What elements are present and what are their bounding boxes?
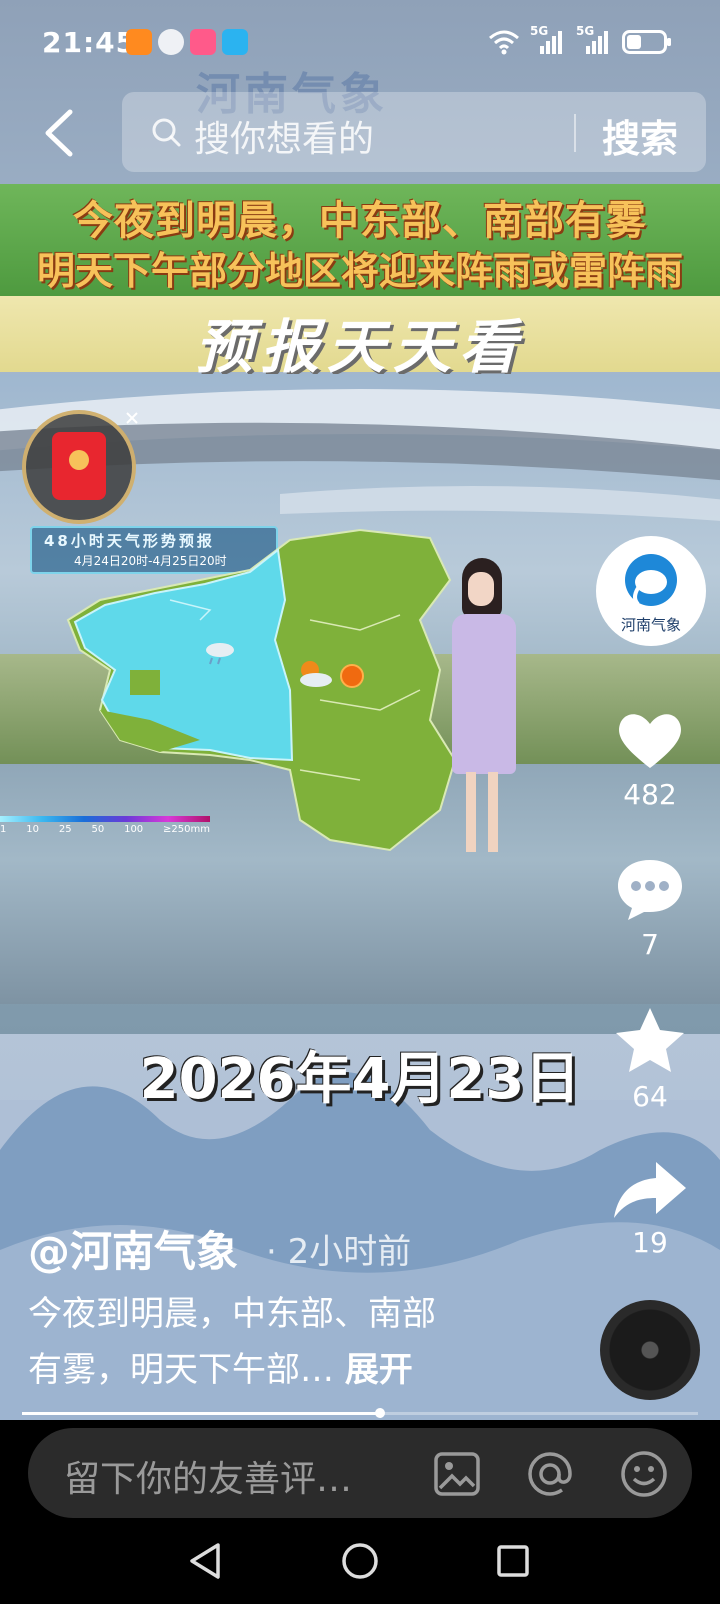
share-count: 19 bbox=[632, 1226, 668, 1259]
notification-icons bbox=[126, 29, 248, 55]
star-icon bbox=[616, 1008, 684, 1072]
music-disc[interactable] bbox=[600, 1300, 700, 1400]
comment-count: 7 bbox=[641, 928, 659, 961]
signal-bars-icon bbox=[586, 31, 608, 54]
heart-icon bbox=[619, 714, 681, 768]
henan-weather-map bbox=[66, 528, 457, 852]
nav-recents-icon[interactable] bbox=[496, 1544, 530, 1578]
book-app-icon bbox=[222, 29, 248, 55]
video-background[interactable]: 21:45 5G 5G 河南气象 搜你想看的 搜索 今夜到明晨，中东部、南部有雾… bbox=[0, 0, 720, 1420]
favorite-action[interactable]: 64 bbox=[608, 1006, 692, 1113]
progress-knob[interactable] bbox=[375, 1408, 385, 1418]
wifi-icon bbox=[489, 30, 519, 55]
search-input[interactable]: 搜你想看的 bbox=[194, 110, 374, 162]
system-navigation-bar bbox=[0, 1530, 720, 1604]
like-count: 482 bbox=[623, 778, 677, 811]
channel-avatar[interactable]: 河南气象 bbox=[596, 536, 706, 646]
mention-icon[interactable] bbox=[526, 1450, 574, 1498]
headline-line-2: 明天下午部分地区将迎来阵雨或雷阵雨 bbox=[36, 249, 683, 293]
red-packet-icon bbox=[52, 432, 106, 500]
search-icon bbox=[152, 118, 181, 147]
video-progress-bar[interactable] bbox=[22, 1408, 698, 1418]
comment-bubble-icon bbox=[618, 860, 682, 920]
comment-input-bar[interactable]: 留下你的友善评… bbox=[28, 1428, 692, 1518]
legend-bar bbox=[0, 816, 210, 822]
favorite-count: 64 bbox=[632, 1080, 668, 1113]
description-line-1: 今夜到明晨，中东部、南部 bbox=[28, 1294, 436, 1334]
progress-fill bbox=[22, 1412, 380, 1415]
emoji-icon[interactable] bbox=[620, 1450, 668, 1498]
presenter bbox=[430, 558, 530, 858]
nav-home-icon[interactable] bbox=[341, 1542, 379, 1580]
search-button[interactable]: 搜索 bbox=[602, 108, 678, 163]
signal-5g-2: 5G bbox=[576, 24, 612, 56]
music-app-icon bbox=[190, 29, 216, 55]
comment-action[interactable]: 7 bbox=[608, 856, 692, 961]
forecast-strip: 预报天天看 bbox=[0, 296, 720, 381]
headline-line-1: 今夜到明晨，中东部、南部有雾 bbox=[73, 198, 647, 244]
video-headline-banner: 今夜到明晨，中东部、南部有雾 明天下午部分地区将迎来阵雨或雷阵雨 bbox=[0, 184, 720, 296]
description-line-2: 有雾，明天下午部… 展开 bbox=[28, 1350, 413, 1390]
red-packet-widget[interactable] bbox=[22, 410, 136, 524]
rainfall-legend: 1 10 25 50 100 ≥250mm bbox=[0, 816, 210, 835]
sun-icon bbox=[340, 664, 364, 688]
channel-badge-label: 河南气象 bbox=[620, 616, 681, 634]
like-action[interactable]: 482 bbox=[608, 708, 692, 811]
system-indicators: 5G 5G bbox=[488, 24, 672, 56]
share-action[interactable]: 19 bbox=[608, 1160, 692, 1259]
comment-input[interactable]: 留下你的友善评… bbox=[64, 1450, 352, 1502]
status-time: 21:45 bbox=[42, 26, 137, 59]
legend-labels: 1 10 25 50 100 ≥250mm bbox=[0, 824, 210, 835]
share-arrow-icon bbox=[614, 1162, 686, 1218]
signal-bars-icon bbox=[540, 31, 562, 54]
image-icon[interactable] bbox=[434, 1452, 480, 1496]
hand-app-icon bbox=[158, 29, 184, 55]
post-time: · 2小时前 bbox=[266, 1232, 412, 1272]
expand-button[interactable]: 展开 bbox=[345, 1350, 413, 1390]
signal-5g-1: 5G bbox=[530, 24, 566, 56]
forecast-title: 预报天天看 bbox=[194, 313, 525, 381]
taobao-app-icon bbox=[126, 29, 152, 55]
search-bar[interactable]: 搜你想看的 搜索 bbox=[122, 92, 706, 172]
battery-icon bbox=[622, 30, 671, 54]
close-red-packet-icon[interactable] bbox=[124, 410, 140, 426]
elephant-logo-icon bbox=[625, 554, 677, 606]
search-divider bbox=[574, 114, 576, 152]
nav-back-icon[interactable] bbox=[188, 1542, 222, 1580]
back-arrow-icon[interactable] bbox=[40, 108, 80, 158]
author-username[interactable]: @河南气象 bbox=[28, 1218, 238, 1279]
